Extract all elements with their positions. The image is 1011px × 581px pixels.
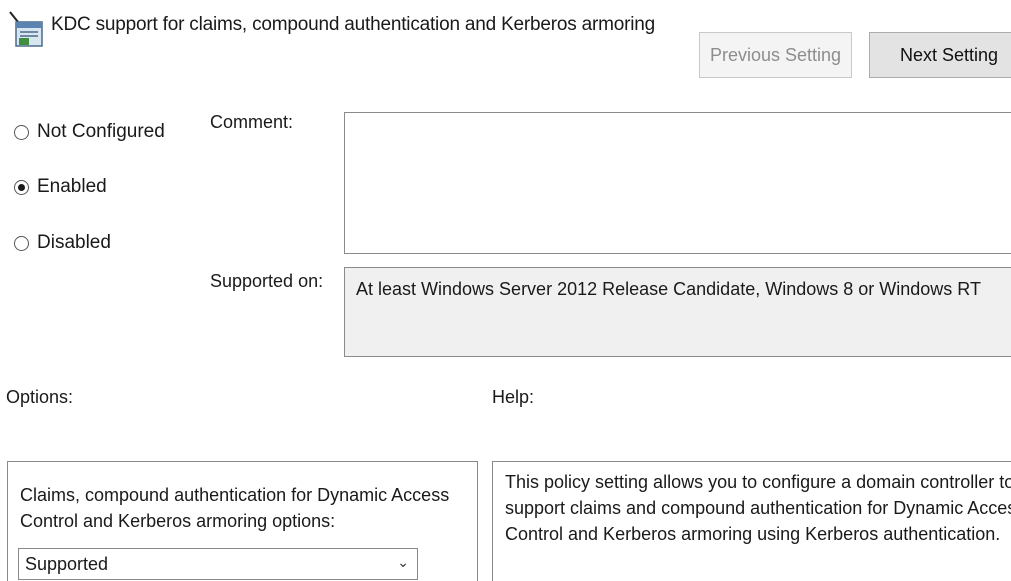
claims-support-dropdown[interactable]: Supported ⌄	[18, 548, 418, 580]
radio-button-icon[interactable]	[14, 235, 29, 251]
radio-not-configured[interactable]: Not Configured	[14, 121, 165, 143]
comment-label: Comment:	[210, 112, 294, 132]
policy-setting-dialog: KDC support for claims, compound authent…	[0, 0, 1011, 581]
help-panel: This policy setting allows you to config…	[492, 461, 1011, 581]
supported-on-field: At least Windows Server 2012 Release Can…	[344, 267, 1011, 357]
options-description: Claims, compound authentication for Dyna…	[20, 485, 450, 531]
previous-setting-button[interactable]: Previous Setting	[699, 32, 852, 78]
radio-label: Enabled	[37, 176, 107, 197]
radio-button-icon[interactable]	[14, 124, 29, 140]
radio-disabled[interactable]: Disabled	[14, 232, 111, 254]
help-text: This policy setting allows you to config…	[505, 472, 1011, 544]
radio-button-selected-icon[interactable]	[14, 179, 29, 195]
policy-setting-icon	[8, 10, 48, 50]
next-setting-button[interactable]: Next Setting	[869, 32, 1011, 78]
help-label: Help:	[492, 387, 535, 407]
radio-enabled[interactable]: Enabled	[14, 176, 107, 198]
radio-label: Not Configured	[37, 121, 165, 142]
supported-on-label: Supported on:	[210, 271, 324, 291]
radio-label: Disabled	[37, 232, 111, 253]
policy-title: KDC support for claims, compound authent…	[51, 14, 656, 35]
options-panel: Claims, compound authentication for Dyna…	[7, 461, 478, 581]
options-label: Options:	[6, 387, 74, 407]
comment-field[interactable]	[344, 112, 1011, 254]
dropdown-selected-value: Supported	[25, 553, 109, 574]
chevron-down-icon[interactable]: ⌄	[397, 554, 409, 571]
